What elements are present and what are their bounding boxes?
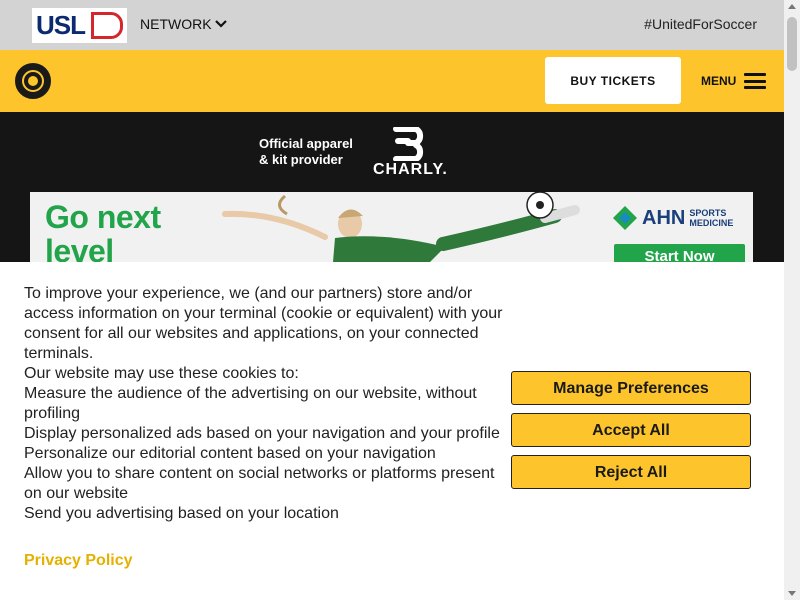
consent-text: To improve your experience, we (and our … (24, 284, 504, 524)
ahn-subtitle-line-2: MEDICINE (689, 218, 734, 228)
ad-headline-line-2: level (45, 233, 114, 262)
apparel-line-1: Official apparel (259, 136, 353, 151)
accept-all-button[interactable]: Accept All (511, 413, 751, 447)
scroll-up-arrow-icon[interactable] (788, 4, 796, 9)
ahn-subtitle: SPORTS MEDICINE (689, 208, 733, 228)
club-crest-logo[interactable] (15, 63, 51, 99)
scroll-down-arrow-icon[interactable] (788, 591, 796, 596)
hashtag-link[interactable]: #UnitedForSoccer (644, 16, 757, 32)
page-scrollbar[interactable] (784, 0, 800, 600)
network-bar: USL NETWORK #UnitedForSoccer (0, 0, 784, 50)
cookie-consent-panel: To improve your experience, we (and our … (0, 262, 784, 600)
ahn-sports-medicine-logo: AHN SPORTS MEDICINE (612, 205, 733, 231)
ahn-diamond-icon (613, 206, 637, 230)
charly-logo-icon[interactable] (388, 127, 426, 161)
chevron-down-icon (214, 20, 227, 28)
ad-headline-line-1: Go next (45, 199, 161, 235)
consent-purpose-item: Send you advertising based on your locat… (24, 505, 339, 522)
ahn-subtitle-line-1: SPORTS (689, 208, 727, 218)
scroll-thumb[interactable] (787, 17, 797, 71)
club-header: BUY TICKETS MENU (0, 50, 784, 112)
buy-tickets-button[interactable]: BUY TICKETS (545, 57, 681, 104)
consent-purpose-item: Display personalized ads based on your n… (24, 425, 500, 442)
menu-label: MENU (701, 74, 737, 88)
apparel-caption: Official apparel & kit provider (259, 136, 353, 168)
privacy-policy-link[interactable]: Privacy Policy (24, 552, 133, 570)
consent-intro: To improve your experience, we (and our … (24, 285, 503, 362)
consent-purpose-item: Personalize our editorial content based … (24, 445, 436, 462)
network-label: NETWORK (140, 16, 212, 32)
page: USL NETWORK #UnitedForSoccer BUY TICKETS… (0, 0, 784, 600)
charly-wordmark: CHARLY. (373, 161, 448, 178)
apparel-line-2: & kit provider (259, 152, 343, 167)
menu-button[interactable]: MENU (701, 73, 767, 89)
consent-purpose-item: Measure the audience of the advertising … (24, 385, 477, 422)
crest-center (28, 76, 38, 86)
hamburger-icon (744, 73, 767, 89)
consent-purpose-item: Allow you to share content on social net… (24, 465, 495, 502)
soccer-player-image (222, 192, 580, 262)
ahn-name: AHN (642, 206, 686, 229)
manage-preferences-button[interactable]: Manage Preferences (511, 371, 751, 405)
usl-logo-letters: USL (36, 10, 86, 40)
ad-headline: Go next level (45, 200, 161, 262)
network-dropdown[interactable]: NETWORK (140, 16, 227, 32)
consent-purpose-lead: Our website may use these cookies to: (24, 365, 299, 382)
usl-logo[interactable]: USL (32, 8, 127, 43)
ad-banner[interactable]: Go next level AHN SPORTS MEDICINE Start … (30, 192, 753, 262)
reject-all-button[interactable]: Reject All (511, 455, 751, 489)
usl-logo-d-mark (91, 12, 123, 39)
start-now-button[interactable]: Start Now (614, 244, 745, 262)
